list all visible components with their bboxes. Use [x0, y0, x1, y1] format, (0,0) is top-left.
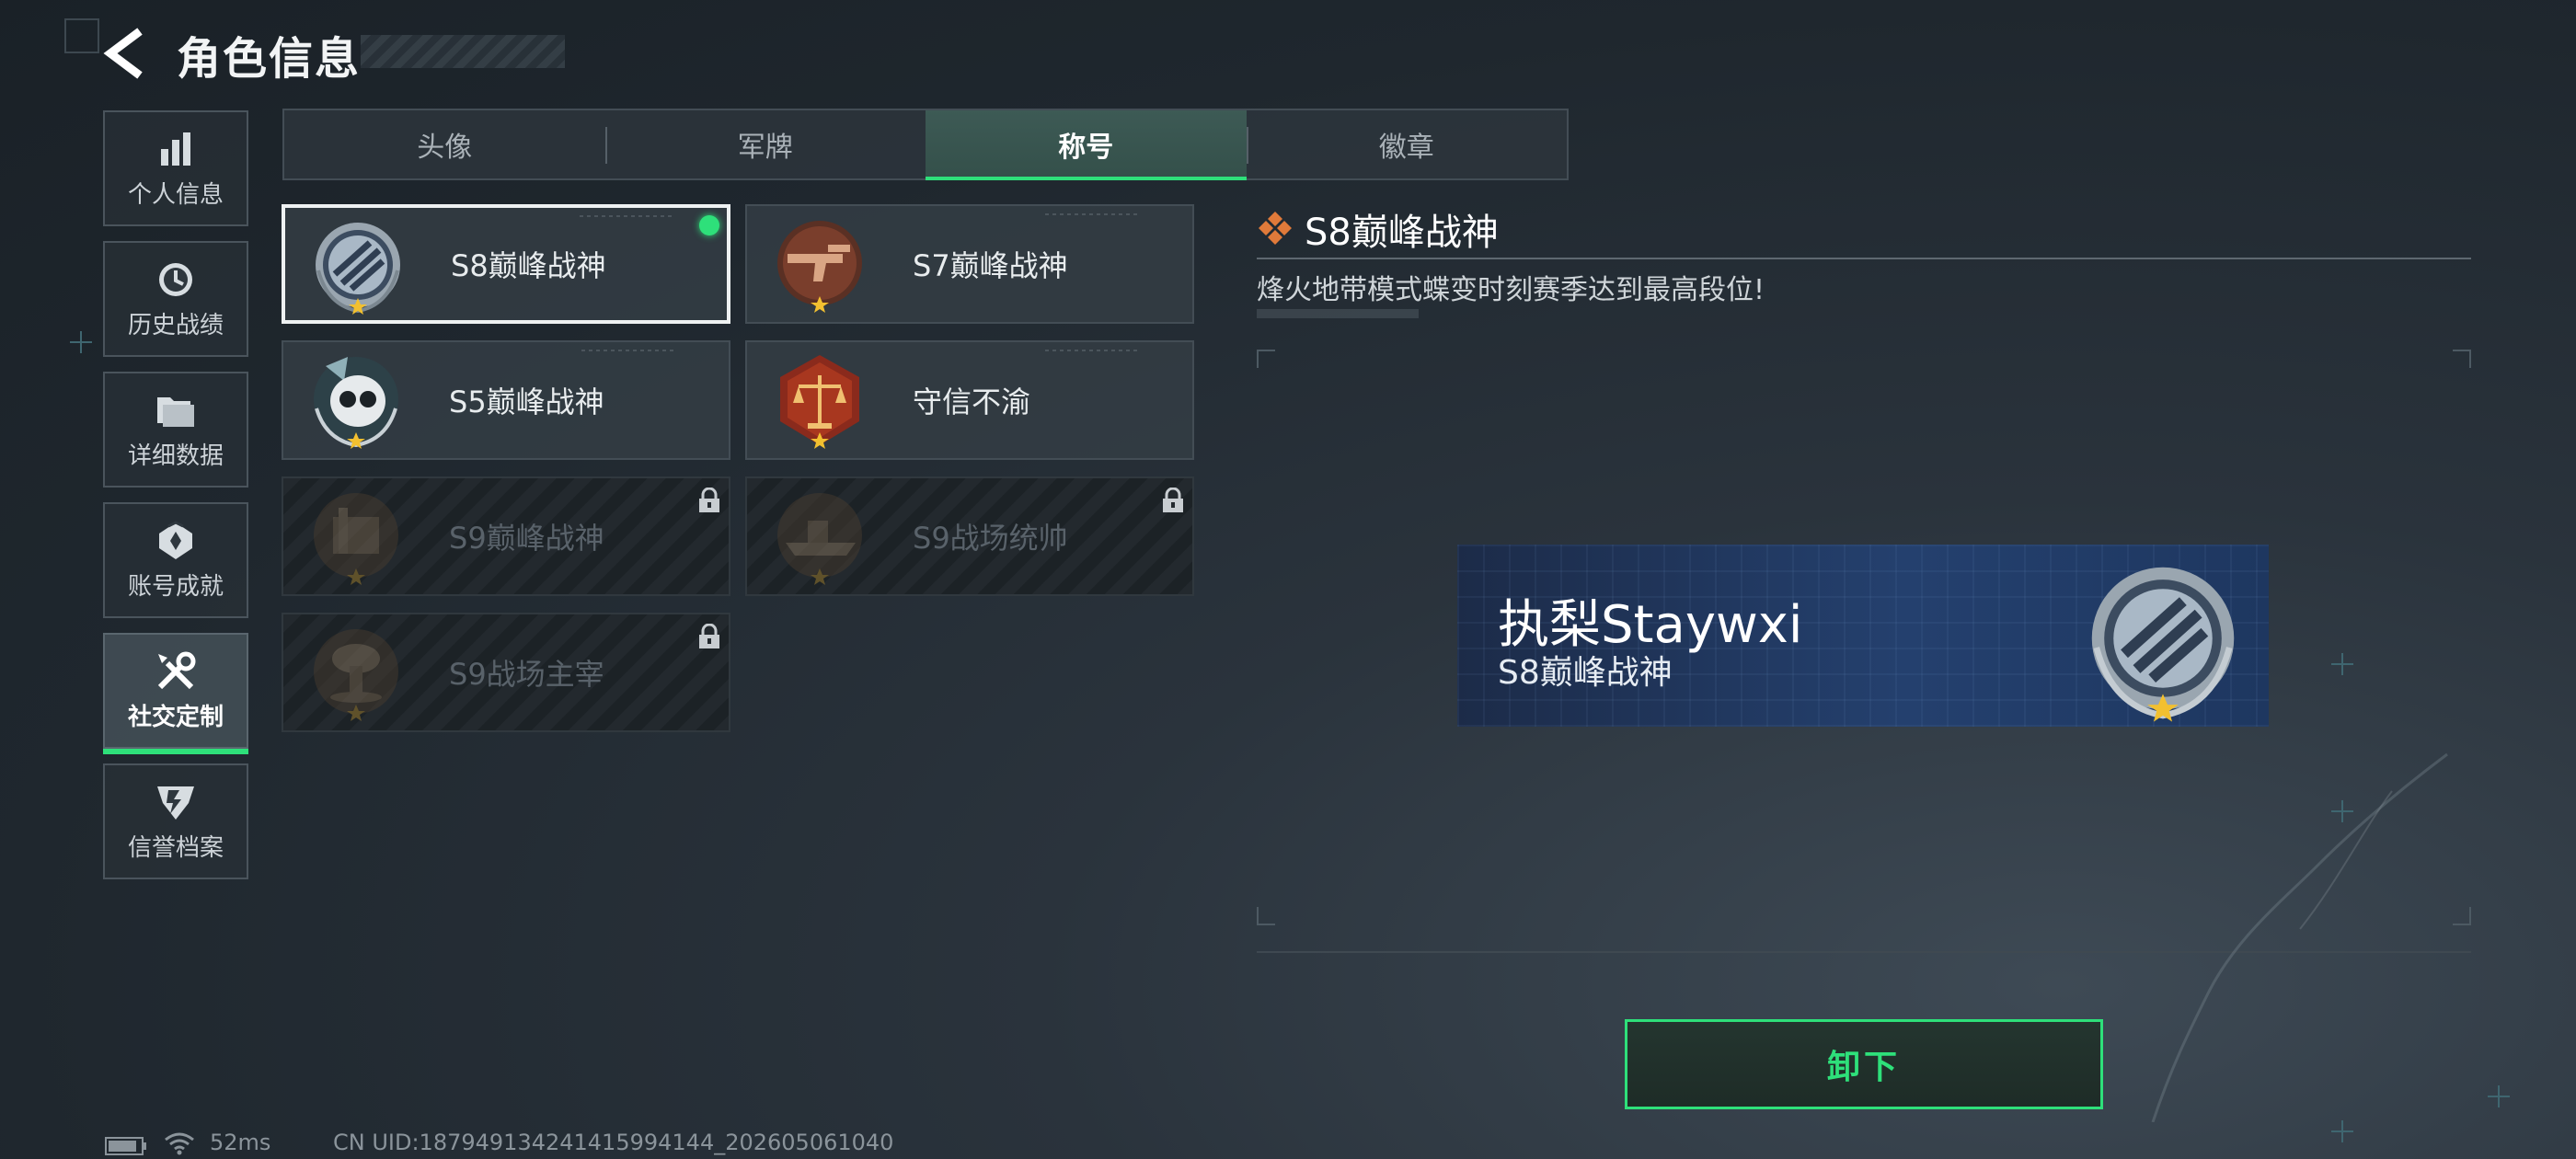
nav-label: 账号成就	[127, 572, 224, 601]
preview-title: S8巅峰战神	[1498, 654, 1673, 692]
ping-readout: 52ms	[210, 1130, 271, 1155]
battery-icon	[105, 1137, 146, 1155]
tab-avatar[interactable]: 头像	[284, 110, 605, 178]
nav-label: 信誉档案	[127, 833, 224, 862]
tab-bar: 头像 军牌 称号 徽章	[282, 109, 1569, 180]
title-decor	[361, 35, 565, 68]
nav-label: 历史战绩	[127, 311, 224, 339]
nav-item-history[interactable]: 历史战绩	[103, 241, 248, 357]
title-name: S9巅峰战神	[449, 521, 604, 556]
s7-gun-emblem-icon	[777, 221, 862, 313]
nav-item-personal-info[interactable]: 个人信息	[103, 110, 248, 226]
tools-icon	[155, 650, 197, 693]
tab-title[interactable]: 称号	[926, 110, 1247, 180]
credit-badge-icon	[155, 781, 196, 823]
title-card-s7[interactable]: S7巅峰战神	[745, 204, 1194, 324]
s9-ship-emblem-icon	[777, 493, 862, 585]
s9-building-emblem-icon	[314, 493, 398, 585]
lock-icon	[1163, 488, 1183, 512]
detail-divider	[1257, 258, 2471, 259]
title-card-s9-peak[interactable]: S9巅峰战神	[282, 476, 730, 596]
title-card-s5[interactable]: S5巅峰战神	[282, 340, 730, 460]
clock-icon	[155, 258, 196, 301]
nav-item-social[interactable]: 社交定制	[103, 633, 248, 754]
nav-label: 社交定制	[127, 703, 224, 731]
s9-explosion-emblem-icon	[314, 629, 398, 721]
s5-skull-emblem-icon	[314, 357, 398, 449]
uid-text: CN UID:1879491342414159941​44_2026050610…	[333, 1130, 894, 1155]
title-card-s9-dominator[interactable]: S9战场主宰	[282, 613, 730, 732]
tab-dogtag[interactable]: 军牌	[604, 110, 926, 178]
page-title: 角色信息	[177, 33, 362, 85]
wifi-icon	[165, 1132, 194, 1155]
s8-emblem-icon	[2091, 567, 2235, 722]
title-card-s8[interactable]: S8巅峰战神	[282, 204, 730, 324]
equipped-indicator	[699, 215, 719, 235]
nav-item-achievements[interactable]: 账号成就	[103, 502, 248, 618]
nav-label: 详细数据	[127, 442, 224, 470]
folder-icon	[155, 389, 196, 431]
title-name: S9战场主宰	[449, 657, 604, 692]
detail-description: 烽火地带模式蝶变时刻赛季达到最高段位!	[1257, 274, 1765, 306]
detail-title: S8巅峰战神	[1305, 212, 1499, 254]
title-diamond-icon	[1259, 212, 1292, 245]
title-name: S8巅峰战神	[451, 248, 606, 283]
title-name: S5巅峰战神	[449, 384, 604, 419]
bar-chart-icon	[157, 128, 194, 170]
title-preview-banner: 执梨Staywxi S8巅峰战神	[1457, 545, 2269, 727]
lock-icon	[699, 624, 719, 648]
title-name: S7巅峰战神	[913, 248, 1068, 283]
back-arrow-icon	[103, 28, 143, 79]
title-name: 守信不渝	[913, 384, 1031, 419]
nav-item-details[interactable]: 详细数据	[103, 372, 248, 488]
achievement-icon	[155, 520, 196, 562]
nav-label: 个人信息	[127, 180, 224, 209]
tab-badge[interactable]: 徽章	[1246, 110, 1568, 178]
title-card-s9-commander[interactable]: S9战场统帅	[745, 476, 1194, 596]
title-name: S9战场统帅	[913, 521, 1068, 556]
back-button[interactable]	[103, 28, 151, 79]
title-card-keep-faith[interactable]: 守信不渝	[745, 340, 1194, 460]
detail-subtext	[1257, 309, 1419, 318]
lock-icon	[699, 488, 719, 512]
unequip-button[interactable]: 卸下	[1625, 1019, 2103, 1109]
s8-emblem-icon	[316, 223, 400, 315]
scales-emblem-icon	[780, 355, 859, 449]
nav-item-credit[interactable]: 信誉档案	[103, 763, 248, 879]
